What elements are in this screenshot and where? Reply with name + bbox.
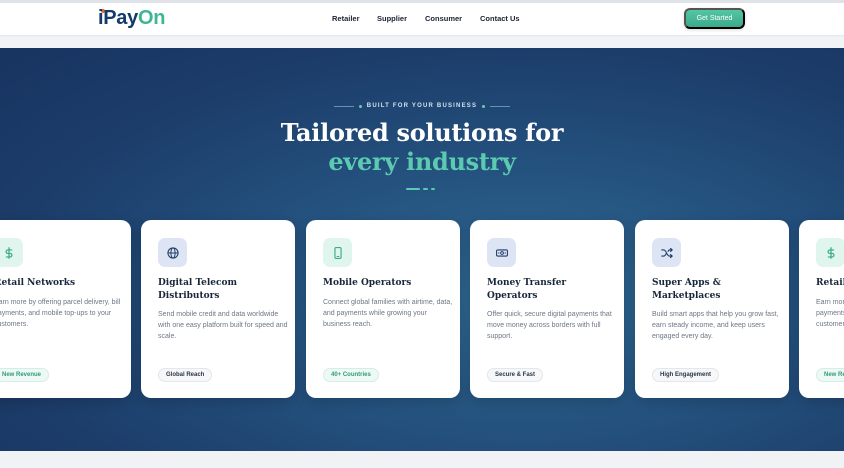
nav-link-supplier[interactable]: Supplier (377, 14, 407, 23)
card-title: Money Transfer Operators (487, 278, 567, 301)
card-badge: New Revenue (816, 368, 844, 382)
phone-icon (323, 238, 352, 267)
site-header: iPayOn Retailer Supplier Consumer Contac… (0, 3, 844, 36)
card-description: Connect global families with airtime, da… (323, 299, 453, 328)
industry-card-retail-networks-repeat[interactable]: Retail Networks Earn more by offering pa… (799, 220, 844, 398)
logo-text-on: On (137, 7, 166, 29)
card-description: Earn more by offering parcel delivery, b… (0, 299, 121, 328)
section-eyebrow: BUILT FOR YOUR BUSINESS (0, 103, 844, 109)
ipayon-logo[interactable]: iPayOn (98, 7, 165, 30)
industry-card-super-apps-marketplaces[interactable]: Super Apps & Marketplaces Build smart ap… (635, 220, 789, 398)
card-description: Offer quick, secure digital payments tha… (487, 311, 612, 340)
eyebrow-dot-left (358, 104, 362, 108)
card-title: Retail Networks (816, 278, 844, 288)
get-started-button[interactable]: Get Started (684, 8, 745, 29)
title-underline-decoration (406, 188, 435, 190)
eyebrow-divider-right (490, 105, 511, 107)
nav-link-retailer[interactable]: Retailer (332, 14, 360, 23)
card-badge: Global Reach (158, 368, 213, 382)
card-title: Digital Telecom Distributors (158, 278, 238, 301)
section-title-line2: every industry (328, 147, 516, 176)
card-badge: Secure & Fast (487, 368, 544, 382)
section-spacer (0, 37, 844, 48)
industry-card-retail-networks[interactable]: Retail Networks Earn more by offering pa… (0, 220, 131, 398)
section-title-line1: Tailored solutions for (280, 118, 564, 147)
globe-icon (158, 238, 187, 267)
industry-card-digital-telecom-distributors[interactable]: Digital Telecom Distributors Send mobile… (141, 220, 295, 398)
eyebrow-text: BUILT FOR YOUR BUSINESS (366, 103, 478, 109)
nav-link-consumer[interactable]: Consumer (425, 14, 462, 23)
dollar-icon (816, 238, 844, 267)
eyebrow-dot-right (482, 104, 486, 108)
next-section-edge (0, 451, 844, 468)
industry-solutions-section: BUILT FOR YOUR BUSINESS Tailored solutio… (0, 48, 844, 451)
card-description: Send mobile credit and data worldwide wi… (158, 311, 288, 340)
card-title: Super Apps & Marketplaces (652, 278, 721, 301)
industry-card-money-transfer-operators[interactable]: Money Transfer Operators Offer quick, se… (470, 220, 624, 398)
logo-text-ipay: iPay (98, 7, 138, 29)
industry-card-mobile-operators[interactable]: Mobile Operators Connect global families… (306, 220, 460, 398)
dollar-icon (0, 238, 23, 267)
eyebrow-divider-left (333, 105, 354, 107)
banknote-icon (487, 238, 516, 267)
card-badge: 40+ Countries (323, 368, 379, 382)
nav-link-contact-us[interactable]: Contact Us (480, 14, 520, 23)
card-badge: High Engagement (652, 368, 720, 382)
card-description: Build smart apps that help you grow fast… (652, 311, 779, 340)
card-description: Earn more by offering parcel delivery, b… (816, 299, 844, 328)
card-title: Mobile Operators (323, 278, 412, 288)
shuffle-icon (652, 238, 681, 267)
card-title: Retail Networks (0, 278, 76, 288)
card-badge: New Revenue (0, 368, 50, 382)
